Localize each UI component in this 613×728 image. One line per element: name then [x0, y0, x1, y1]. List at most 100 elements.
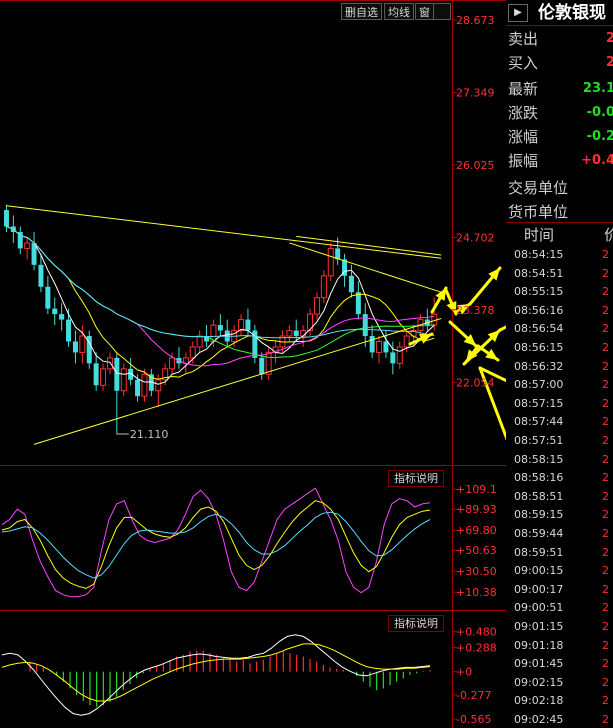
tick-time: 08:57:15 — [514, 396, 564, 410]
candle-body — [169, 357, 176, 370]
candle-body — [120, 368, 127, 392]
macd-layer — [1, 634, 431, 716]
y-tick-label: +10.38 — [456, 586, 497, 599]
quote-row: 交易单位 — [506, 176, 613, 200]
candle-body — [383, 341, 389, 353]
candle-body — [355, 292, 361, 315]
candle-body — [38, 264, 44, 287]
tick-price: 2 — [602, 582, 609, 596]
y-tick-label: +109.1 — [456, 483, 497, 496]
tick-price: 2 — [602, 638, 609, 652]
trendline — [6, 205, 442, 259]
tick-row: 08:59:51 2 — [506, 544, 613, 561]
tick-time: 08:58:51 — [514, 489, 564, 503]
quote-row: 振幅 +0.4 — [506, 149, 613, 173]
macd-line — [1, 643, 431, 702]
y-tick-label: 27.349 — [456, 86, 495, 99]
quote-row: 买入 2 — [506, 51, 613, 75]
window-button[interactable]: 窗 — [415, 3, 434, 20]
candle-body — [362, 314, 368, 336]
candle-body — [45, 286, 51, 309]
candle-body — [72, 341, 78, 353]
quote-row: 涨跌 -0.0 — [506, 101, 613, 125]
tick-time: 08:54:51 — [514, 266, 564, 280]
tick-time: 08:57:44 — [514, 415, 564, 429]
tick-price: 2 — [602, 248, 609, 261]
tick-time: 08:59:44 — [514, 527, 564, 540]
tick-row: 08:56:32 2 — [506, 358, 613, 375]
y-tick-label: 23.378 — [456, 304, 495, 317]
tick-row: 08:57:15 2 — [506, 395, 613, 412]
candle-body — [114, 357, 120, 391]
ytick-layer: 28.673 27.349 26.025 24.702 23.378 22.054 +109… — [452, 14, 497, 726]
candle-body — [66, 319, 72, 342]
tick-time: 08:56:16 — [514, 303, 564, 317]
y-tick-label: +0.288 — [456, 641, 497, 654]
tick-time: 09:01:15 — [514, 620, 564, 633]
expand-icon[interactable]: ▶ — [508, 4, 528, 22]
quote-row: 最新 23.1 — [506, 77, 613, 101]
candle-body — [141, 373, 148, 397]
tick-row: 09:02:15 2 — [506, 674, 613, 691]
tick-price: 2 — [602, 415, 609, 429]
quote-row: 货币单位 — [506, 200, 613, 224]
candle-body — [313, 297, 320, 315]
candle-body — [300, 330, 307, 337]
macd-indicator-info-button[interactable]: 指标说明 — [388, 615, 444, 632]
tick-row: 09:00:17 2 — [506, 581, 613, 598]
tick-row: 08:54:15 2 — [506, 246, 613, 263]
tick-time: 08:58:16 — [514, 471, 564, 485]
title-divider — [506, 25, 613, 26]
quote-row-value: 2 — [605, 55, 613, 70]
tick-price: 2 — [602, 396, 609, 410]
candle-body — [196, 335, 203, 348]
candle-body — [135, 379, 141, 397]
tick-price: 2 — [602, 266, 609, 280]
chart-area[interactable]: 21.110 28.673 27.349 26.025 24.702 23.378 22.… — [0, 0, 506, 728]
kdj-indicator-info-button[interactable]: 指标说明 — [388, 470, 444, 487]
quote-row: 涨幅 -0.2 — [506, 125, 613, 149]
candle-body — [327, 247, 334, 277]
moving-average-button[interactable]: 均线 — [384, 3, 414, 20]
tick-price: 2 — [602, 303, 609, 317]
candle-body — [396, 346, 403, 364]
candle-body — [93, 363, 99, 386]
quote-row: 卖出 2 — [506, 27, 613, 51]
candle-body — [189, 346, 196, 359]
candle-body — [3, 210, 9, 227]
tick-row: 08:57:44 2 — [506, 413, 613, 430]
tick-price: 2 — [602, 434, 609, 447]
candle-body — [238, 319, 245, 332]
quote-row-label: 最新 — [508, 80, 539, 98]
macd-line — [1, 634, 431, 716]
tick-row: 08:59:15 2 — [506, 506, 613, 523]
tick-time: 08:58:15 — [514, 452, 564, 466]
quote-row-label: 涨跌 — [508, 104, 539, 122]
candle-body — [369, 335, 375, 353]
quote-row-label: 卖出 — [508, 30, 539, 48]
tick-time: 09:02:45 — [514, 713, 564, 726]
quote-row-label: 涨幅 — [508, 128, 539, 146]
candle-body — [320, 275, 327, 299]
candle-body — [79, 335, 86, 353]
tick-price: 2 — [602, 341, 609, 354]
instrument-title: 伦敦银现 — [538, 3, 606, 23]
tick-price: 2 — [602, 675, 609, 689]
ticks-divider — [506, 222, 613, 223]
window-toggle-button[interactable] — [433, 3, 451, 20]
quote-row-value: -0.2 — [586, 129, 613, 144]
y-tick-label: +69.80 — [456, 524, 497, 537]
candle-layer: 21.110 — [3, 204, 438, 441]
tick-price: 2 — [602, 694, 609, 708]
candle-body — [403, 335, 410, 348]
trendline — [289, 242, 442, 293]
kdj-line — [1, 511, 431, 579]
tick-time: 09:00:51 — [514, 601, 564, 615]
tick-row: 08:58:16 2 — [506, 469, 613, 486]
tick-time: 09:01:18 — [514, 638, 564, 652]
y-tick-label: -0.565 — [456, 713, 491, 726]
tick-price: 2 — [602, 489, 609, 503]
delete-self-button[interactable]: 删自选 — [341, 3, 382, 20]
tick-price: 2 — [602, 359, 609, 373]
tick-time: 08:56:32 — [514, 359, 564, 373]
